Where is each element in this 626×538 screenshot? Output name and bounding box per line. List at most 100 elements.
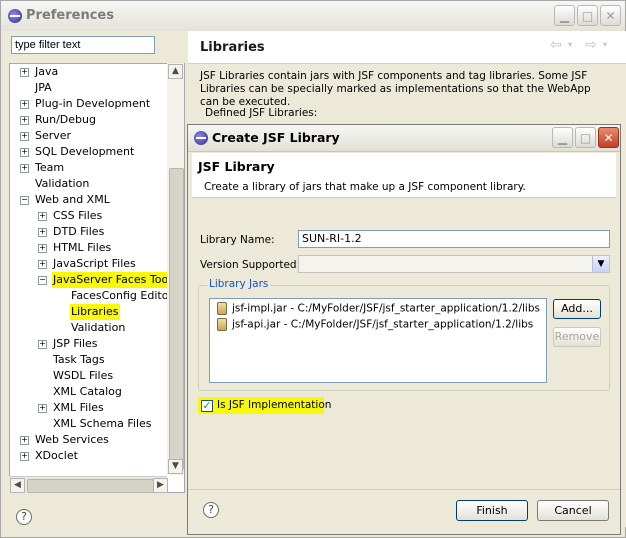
expand-icon[interactable]: +: [38, 244, 47, 253]
page-title: Libraries: [200, 40, 265, 55]
jar-list[interactable]: jsf-impl.jar - C:/MyFolder/JSF/jsf_start…: [209, 298, 547, 383]
minimize-icon: ▁: [557, 130, 568, 145]
hscroll-thumb[interactable]: [27, 479, 154, 493]
page-description: JSF Libraries contain jars with JSF comp…: [200, 70, 591, 108]
tree-item[interactable]: XML Files: [52, 400, 105, 416]
expand-icon[interactable]: +: [38, 340, 47, 349]
preference-tree: + Java JPA + Plug-in Development + Run/Debug + S…: [9, 63, 185, 493]
forward-arrow-icon[interactable]: ⇨: [585, 37, 597, 53]
library-jars-group: Library Jars jsf-impl.jar - C:/MyFolder/…: [198, 278, 610, 391]
close-icon: ✕: [605, 8, 616, 23]
expand-icon[interactable]: +: [20, 148, 29, 157]
tree-item[interactable]: JavaScript Files: [52, 256, 137, 272]
scroll-up-button[interactable]: ▲: [168, 64, 183, 79]
dialog-divider: [188, 489, 620, 490]
expand-icon[interactable]: +: [38, 228, 47, 237]
chevron-right-icon: ▶: [157, 480, 164, 490]
scroll-right-button[interactable]: ▶: [153, 478, 168, 493]
tree-item[interactable]: Team: [34, 160, 65, 176]
tree-item[interactable]: Server: [34, 128, 72, 144]
maximize-icon: □: [581, 8, 594, 23]
list-item[interactable]: jsf-api.jar - C:/MyFolder/JSF/jsf_starte…: [217, 318, 533, 331]
forward-dropdown-icon[interactable]: ▾: [603, 40, 607, 49]
tree-item[interactable]: HTML Files: [52, 240, 112, 256]
preferences-window: Preferences ▁ □ ✕ + JavaJPA + Plug-in Devel…: [0, 0, 626, 538]
list-item[interactable]: jsf-impl.jar - C:/MyFolder/JSF/jsf_start…: [217, 302, 540, 315]
chevron-left-icon: ◀: [14, 480, 21, 490]
expand-icon[interactable]: +: [20, 116, 29, 125]
expand-icon[interactable]: +: [38, 212, 47, 221]
filter-input[interactable]: [11, 36, 155, 54]
tree-item[interactable]: JavaServer Faces Tools: [52, 272, 179, 288]
library-name-label: Library Name:: [200, 234, 275, 246]
tree-item[interactable]: XML Schema Files: [52, 416, 153, 432]
chevron-down-icon: ▼: [172, 461, 179, 471]
dialog-maximize-button[interactable]: □: [575, 127, 596, 148]
eclipse-logo-icon: [8, 9, 22, 23]
title-bar: Preferences ▁ □ ✕: [1, 1, 625, 31]
tree-vertical-scrollbar[interactable]: ▲ ▼: [167, 63, 184, 475]
expand-icon[interactable]: +: [20, 132, 29, 141]
tree-item[interactable]: JPA: [34, 80, 53, 96]
help-icon[interactable]: ?: [16, 509, 32, 525]
tree-item[interactable]: Java: [34, 64, 59, 80]
banner-description: Create a library of jars that make up a …: [204, 181, 526, 193]
cancel-button[interactable]: Cancel: [537, 500, 609, 521]
expand-icon[interactable]: +: [20, 164, 29, 173]
tree-item[interactable]: XML Catalog: [52, 384, 123, 400]
collapse-icon[interactable]: −: [38, 276, 47, 285]
close-icon: ✕: [603, 130, 614, 145]
minimize-icon: ▁: [559, 8, 570, 23]
jar-icon: [217, 302, 227, 315]
tree-item[interactable]: SQL Development: [34, 144, 135, 160]
finish-button[interactable]: Finish: [456, 500, 528, 521]
tree-item[interactable]: Validation: [70, 320, 126, 336]
tree-item[interactable]: Run/Debug: [34, 112, 97, 128]
back-arrow-icon[interactable]: ⇦: [550, 37, 562, 53]
chevron-up-icon: ▲: [172, 66, 179, 76]
tree-item[interactable]: CSS Files: [52, 208, 103, 224]
tree-item[interactable]: Plug-in Development: [34, 96, 151, 112]
window-title: Preferences: [26, 8, 114, 23]
expand-icon[interactable]: +: [38, 404, 47, 413]
dialog-close-button[interactable]: ✕: [598, 127, 619, 148]
help-icon[interactable]: ?: [203, 502, 219, 518]
expand-icon[interactable]: +: [20, 100, 29, 109]
tree-item[interactable]: JSP Files: [52, 336, 99, 352]
dialog-minimize-button[interactable]: ▁: [552, 127, 573, 148]
close-button[interactable]: ✕: [600, 5, 621, 26]
tree-item[interactable]: XDoclet: [34, 448, 79, 464]
expand-icon[interactable]: +: [20, 68, 29, 77]
version-supported-label: Version Supported:: [200, 259, 301, 271]
defined-libraries-label: Defined JSF Libraries:: [205, 107, 318, 119]
eclipse-logo-icon: [194, 131, 208, 145]
add-jar-button[interactable]: Add...: [553, 299, 601, 319]
minimize-button[interactable]: ▁: [554, 5, 575, 26]
tree-item[interactable]: Validation: [34, 176, 90, 192]
maximize-icon: □: [579, 130, 592, 145]
create-jsf-library-dialog: Create JSF Library ▁ □ ✕ JSF Library Cre…: [187, 124, 621, 535]
tree-item[interactable]: FacesConfig Editor: [70, 288, 174, 304]
scroll-down-button[interactable]: ▼: [168, 459, 183, 474]
expand-icon[interactable]: +: [20, 436, 29, 445]
is-jsf-implementation-checkbox[interactable]: ✓: [201, 400, 213, 412]
collapse-icon[interactable]: −: [20, 196, 29, 205]
expand-icon[interactable]: +: [20, 452, 29, 461]
tree-item[interactable]: Task Tags: [52, 352, 106, 368]
library-name-input[interactable]: SUN-RI-1.2: [298, 230, 610, 248]
scroll-thumb[interactable]: [169, 168, 184, 470]
tree-item[interactable]: Libraries: [70, 304, 120, 320]
scroll-left-button[interactable]: ◀: [10, 478, 25, 493]
version-supported-select[interactable]: ▼: [298, 255, 610, 273]
tree-horizontal-scrollbar[interactable]: ◀ ▶: [9, 476, 168, 493]
back-dropdown-icon[interactable]: ▾: [568, 40, 572, 49]
expand-icon[interactable]: +: [38, 260, 47, 269]
tree-item[interactable]: DTD Files: [52, 224, 105, 240]
maximize-button[interactable]: □: [577, 5, 598, 26]
tree-item[interactable]: WSDL Files: [52, 368, 114, 384]
tree-item[interactable]: Web Services: [34, 432, 110, 448]
is-jsf-implementation-label[interactable]: Is JSF Implementation: [217, 399, 331, 411]
chevron-down-icon[interactable]: ▼: [592, 256, 609, 272]
tree-item[interactable]: Web and XML: [34, 192, 111, 208]
remove-jar-button[interactable]: Remove: [553, 327, 601, 347]
